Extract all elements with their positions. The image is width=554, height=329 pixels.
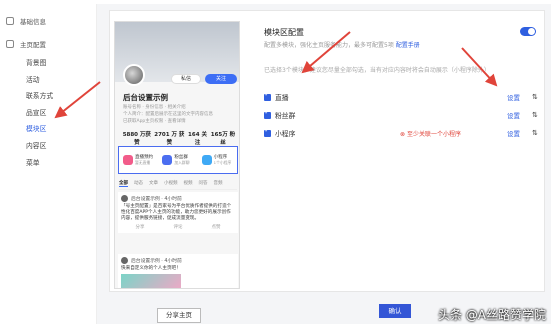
sort-icon[interactable]: ⇅ [532, 111, 538, 119]
tab-audio[interactable]: 音频 [214, 180, 223, 187]
settings-icon [6, 40, 14, 48]
module-settings: 模块区配置 配置多模块，强化主页服务能力，最多可配置5项 配置手册 已选择3个模… [260, 21, 540, 291]
feed-header: 后台设置示例 · 4小时前 [121, 195, 235, 202]
group-icon [162, 155, 173, 165]
stat-value: 2701 万 获赞 [154, 132, 185, 146]
phone-preview: 私信 关注 后台设置示例 账号名称 · 身份信息 · 相关介绍 个人简介：配置后… [114, 21, 240, 289]
watermark: 头条 @A丝路赞学院 [437, 308, 546, 322]
comment-action[interactable]: 评论 [174, 224, 183, 230]
feed-text: 快来自定义你的个人主页吧！ [121, 266, 181, 271]
module-live[interactable]: 直播预约 暂无直播 [119, 147, 158, 173]
sidebar-item-contact[interactable]: 联系方式 [26, 90, 53, 100]
nav-section-basic[interactable]: 基础信息 [6, 16, 46, 26]
warning-message: 至少关联一个小程序 [406, 130, 461, 138]
tab-qa[interactable]: 问答 [199, 180, 208, 187]
content-card: 私信 关注 后台设置示例 账号名称 · 身份信息 · 相关介绍 个人简介：配置后… [109, 10, 545, 292]
module-sub: 1个小程序 [213, 160, 232, 165]
info-icon [6, 17, 14, 25]
module-sub: 暂无直播 [135, 160, 151, 165]
avatar [121, 257, 128, 264]
sidebar: 基础信息 主页配置 背景图 活动 联系方式 品宣区 模块区 内容区 菜单 [0, 0, 95, 329]
stat: 165万 粉丝 [209, 130, 237, 146]
feed-header: 后台设置示例 · 4小时前 [121, 257, 235, 264]
row-label: 直播 [275, 94, 289, 102]
avatar [121, 195, 128, 202]
settings-hint: 已选择3个模块，建议您尽量全部勾选，当有对应内容时将会自动展示（小程序除外） [264, 67, 490, 74]
live-icon [123, 155, 133, 165]
profile-verify: 已获取App主页权限 · 查看详情 [123, 119, 186, 124]
tab-article[interactable]: 文章 [149, 180, 158, 187]
profile-sub: 账号名称 · 身份信息 · 相关介绍 [123, 105, 186, 110]
module-sub: 加入群聊 [174, 160, 190, 165]
follow-button[interactable]: 关注 [205, 74, 237, 84]
share-action[interactable]: 分享 [136, 224, 145, 230]
module-fans[interactable]: 粉丝群 加入群聊 [158, 147, 197, 173]
stat: 164 关注 [186, 130, 209, 146]
sidebar-item-menu[interactable]: 菜单 [26, 157, 40, 167]
feed-author: 后台设置示例 · 4小时前 [131, 259, 182, 264]
sort-icon[interactable]: ⇅ [532, 129, 538, 137]
miniapp-checkbox[interactable] [264, 127, 271, 137]
feed-item[interactable]: 后台设置示例 · 4小时前 「号主页配置」是百家号为平台优质作者提供的打造个性化… [118, 192, 238, 233]
module-toggle[interactable] [520, 27, 536, 36]
message-button[interactable]: 私信 [171, 74, 201, 84]
tab-short-video[interactable]: 小视频 [164, 180, 178, 187]
module-area-preview: 直播预约 暂无直播 粉丝群 加入群聊 小程序 1个小程序 [118, 146, 238, 174]
confirm-button[interactable]: 确认 [379, 304, 411, 318]
sidebar-item-activity[interactable]: 活动 [26, 74, 40, 84]
warning-text: ⊗ 至少关联一个小程序 [400, 130, 461, 138]
tab-all[interactable]: 全部 [119, 180, 128, 187]
sidebar-item-content[interactable]: 内容区 [26, 140, 46, 150]
nav-section-label: 主页配置 [20, 41, 46, 49]
sidebar-item-brand[interactable]: 品宣区 [26, 107, 46, 117]
stat-value: 165万 粉丝 [210, 132, 236, 146]
feed-item[interactable]: 后台设置示例 · 4小时前 快来自定义你的个人主页吧！ [118, 254, 238, 288]
live-settings-link[interactable]: 设置 [507, 92, 520, 102]
settings-desc-text: 配置多模块，强化主页服务能力，最多可配置5项 [264, 42, 394, 49]
profile-stats: 5880 万获赞 2701 万 获赞 164 关注 165万 粉丝 [121, 130, 237, 146]
share-homepage-button[interactable]: 分享主页 [157, 308, 201, 323]
feed-actions: 分享 评论 点赞 [121, 224, 235, 230]
stat-value: 164 关注 [188, 132, 207, 146]
row-label: 粉丝群 [275, 112, 296, 120]
feed-text: 「号主页配置」是百家号为平台优质作者提供的打造个性化百度APP个人主页的功能，助… [121, 204, 232, 221]
sidebar-item-module[interactable]: 模块区 [26, 123, 46, 133]
fans-checkbox[interactable] [264, 109, 271, 119]
sidebar-item-background[interactable]: 背景图 [26, 57, 46, 67]
settings-desc: 配置多模块，强化主页服务能力，最多可配置5项 配置手册 [264, 40, 420, 49]
feed-image [121, 274, 181, 288]
miniapp-icon [201, 155, 212, 165]
profile-name: 后台设置示例 [123, 93, 168, 102]
fans-settings-link[interactable]: 设置 [507, 110, 520, 120]
tab-dynamic[interactable]: 动态 [134, 180, 143, 187]
stat: 5880 万获赞 [121, 130, 153, 146]
stat-value: 5880 万获赞 [122, 132, 151, 146]
avatar [123, 64, 145, 86]
settings-title: 模块区配置 [264, 28, 304, 37]
content-tabs: 全部 动态 文章 小视频 视频 问答 音频 [119, 180, 237, 190]
row-label: 小程序 [275, 130, 296, 138]
miniapp-settings-link[interactable]: 设置 [507, 128, 520, 138]
nav-section-label: 基础信息 [20, 18, 46, 26]
module-miniapp[interactable]: 小程序 1个小程序 [198, 147, 237, 173]
main-panel: 私信 关注 后台设置示例 账号名称 · 身份信息 · 相关介绍 个人简介：配置后… [96, 4, 551, 324]
tab-video[interactable]: 视频 [184, 180, 193, 187]
sort-icon[interactable]: ⇅ [532, 93, 538, 101]
module-row-live: 直播 设置 ⇅ [264, 91, 538, 103]
module-row-fans: 粉丝群 设置 ⇅ [264, 109, 538, 121]
live-checkbox[interactable] [264, 91, 271, 101]
config-manual-link[interactable]: 配置手册 [396, 42, 420, 49]
nav-section-homepage-config[interactable]: 主页配置 [6, 39, 46, 49]
stat: 2701 万 获赞 [153, 130, 186, 146]
module-row-miniapp: 小程序 ⊗ 至少关联一个小程序 设置 ⇅ [264, 127, 538, 139]
feed-author: 后台设置示例 · 4小时前 [131, 197, 182, 202]
like-action[interactable]: 点赞 [212, 224, 221, 230]
profile-bio: 个人简介：配置后展示在这里的文字内容信息 [123, 112, 213, 117]
